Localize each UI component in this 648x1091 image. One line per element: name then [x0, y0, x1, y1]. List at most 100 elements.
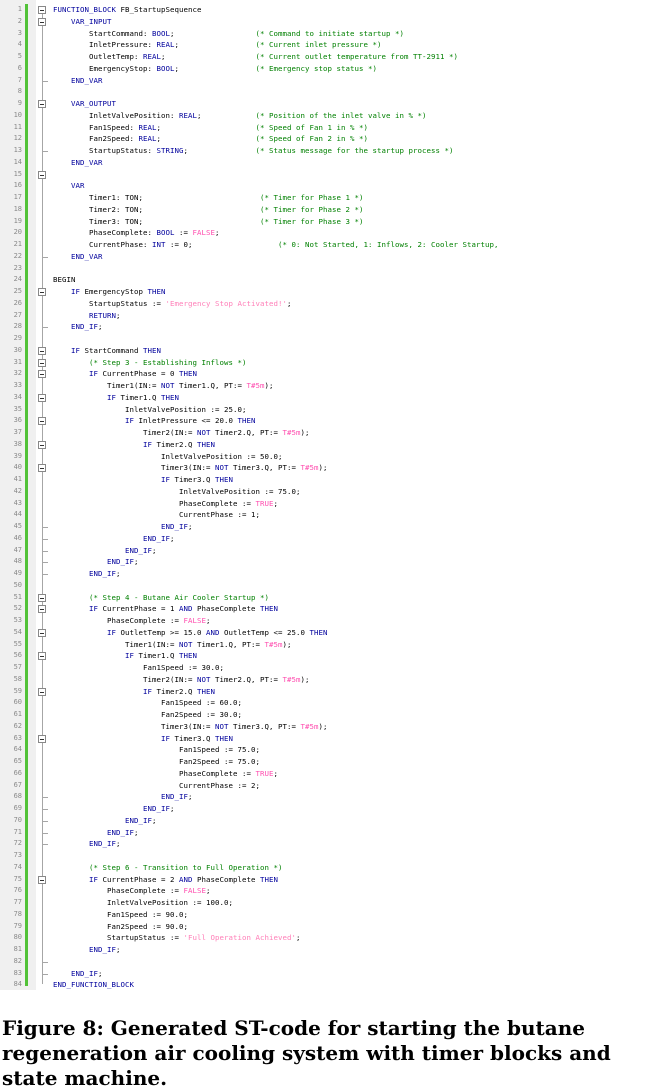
code-token: InletValvePosition:: [53, 110, 179, 120]
fold-collapse-icon[interactable]: [38, 6, 46, 14]
code-token: CurrentPhase = 2: [98, 874, 179, 884]
code-token: Timer2(IN:=: [53, 674, 197, 684]
code-line: END_IF;: [53, 827, 612, 839]
literal-token: T#5m: [300, 721, 319, 731]
line-number: 4: [17, 40, 22, 49]
code-token: StartupStatus:: [53, 146, 157, 155]
code-line: PhaseComplete: BOOL := FALSE;: [53, 227, 612, 239]
code-token: OutletTemp >= 15.0: [116, 627, 206, 637]
line-number: 60: [13, 698, 22, 707]
keyword-token: END_IF: [107, 557, 134, 567]
code-line: Timer1(IN:= NOT Timer1.Q, PT:= T#5m);: [53, 380, 612, 392]
code-line: END_IF;: [53, 838, 612, 850]
keyword-token: END_IF: [71, 322, 98, 332]
code-line: END_IF;: [53, 803, 612, 815]
line-number: 41: [13, 475, 22, 483]
code-line: Fan2Speed := 30.0;: [53, 709, 612, 721]
fold-end-tick: [42, 832, 48, 834]
fold-collapse-icon[interactable]: [38, 875, 46, 884]
line-number: 9: [17, 99, 22, 107]
literal-token: 'Emergency Stop Activated!': [165, 298, 287, 308]
fold-collapse-icon[interactable]: [38, 652, 46, 661]
code-token: ;: [273, 498, 278, 508]
keyword-token: BOOL: [152, 28, 170, 38]
fold-collapse-icon[interactable]: [38, 417, 46, 426]
code-token: StartCommand:: [53, 28, 152, 38]
literal-token: T#5m: [282, 428, 301, 437]
keyword-token: END_IF: [161, 522, 188, 531]
literal-token: T#5m: [282, 674, 301, 684]
line-number: 78: [13, 909, 22, 918]
fold-collapse-icon[interactable]: [38, 370, 46, 379]
line-number: 36: [13, 416, 22, 425]
code-token: );: [264, 381, 274, 390]
fold-collapse-icon[interactable]: [38, 687, 46, 696]
fold-collapse-icon[interactable]: [38, 17, 46, 26]
literal-token: TRUE: [255, 498, 274, 508]
code-token: Fan1Speed:: [53, 122, 139, 132]
code-token: ;: [161, 52, 256, 61]
code-token: Timer2.Q: [152, 686, 197, 696]
code-token: Fan2Speed:: [53, 134, 139, 144]
code-token: ;: [206, 616, 211, 625]
code-token: ;: [183, 146, 256, 155]
line-number: 59: [13, 686, 22, 695]
line-number: 29: [13, 334, 22, 342]
line-number: 20: [13, 228, 22, 237]
code-token: PhaseComplete :=: [53, 886, 184, 896]
code-line: (* Step 3 - Establishing Inflows *): [53, 357, 612, 369]
code-token: InletValvePosition := 25.0;: [53, 404, 247, 414]
fold-collapse-icon[interactable]: [38, 593, 46, 602]
fold-collapse-icon[interactable]: [38, 288, 46, 296]
code-token: PhaseComplete: [192, 604, 260, 614]
code-line: StartCommand: BOOL; (* Command to initia…: [53, 28, 612, 40]
fold-collapse-icon[interactable]: [38, 628, 46, 637]
code-line: StartupStatus := 'Full Operation Achieve…: [53, 932, 612, 944]
keyword-token: NOT: [197, 428, 211, 437]
keyword-token: IF: [161, 475, 170, 484]
code-token: ;: [98, 968, 103, 978]
fold-end-tick: [42, 327, 48, 329]
fold-collapse-icon[interactable]: [38, 464, 46, 473]
keyword-token: IF: [143, 686, 152, 696]
code-token: Timer2(IN:=: [53, 428, 197, 437]
code-token: FB_StartupSequence: [116, 5, 202, 14]
comment-token: (* Command to initiate startup *): [255, 28, 404, 38]
fold-collapse-icon[interactable]: [38, 734, 46, 743]
literal-token: T#5m: [246, 381, 265, 390]
code-token: Timer3.Q, PT:=: [228, 721, 301, 731]
code-line: Timer1(IN:= NOT Timer1.Q, PT:= T#5m);: [53, 639, 612, 651]
fold-collapse-icon[interactable]: [38, 605, 46, 614]
fold-collapse-icon[interactable]: [38, 170, 46, 179]
keyword-token: RETURN: [89, 310, 116, 320]
keyword-token: THEN: [197, 439, 215, 449]
code-line: EmergencyStop: BOOL; (* Emergency stop s…: [53, 63, 612, 75]
keyword-token: END_IF: [89, 945, 116, 954]
figure-caption: Figure 8: Generated ST-code for starting…: [2, 1016, 611, 1090]
code-line: Timer3(IN:= NOT Timer3.Q, PT:= T#5m);: [53, 721, 612, 733]
line-number: 21: [13, 240, 22, 248]
line-number: 51: [13, 592, 22, 601]
code-line: Timer2(IN:= NOT Timer2.Q, PT:= T#5m);: [53, 427, 612, 439]
fold-collapse-icon[interactable]: [38, 100, 46, 108]
keyword-token: AND: [179, 604, 193, 614]
code-token: ;: [152, 815, 157, 825]
fold-collapse-icon[interactable]: [38, 358, 46, 367]
code-line: Fan2Speed := 75.0;: [53, 756, 612, 768]
line-number: 10: [13, 110, 22, 119]
code-token: InletPressure <= 20.0: [134, 416, 238, 426]
line-number: 22: [13, 251, 22, 260]
fold-collapse-icon[interactable]: [38, 346, 46, 355]
fold-collapse-icon[interactable]: [38, 393, 46, 402]
line-number: 40: [13, 463, 22, 472]
code-token: OutletTemp:: [53, 52, 143, 61]
fold-collapse-icon[interactable]: [38, 440, 46, 449]
